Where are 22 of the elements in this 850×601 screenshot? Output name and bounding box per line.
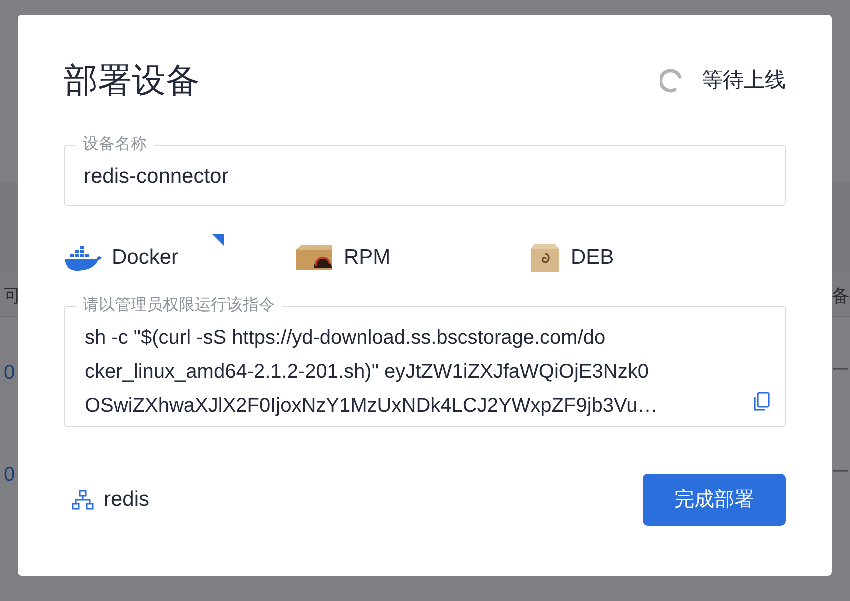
status-text: 等待上线 (702, 68, 786, 94)
table-cell-text: 0 (4, 361, 16, 386)
copy-icon[interactable] (753, 392, 771, 412)
command-text: cker_linux_amd64-2.1.2-201.sh)" eyJtZW1iZXJfaWQiOjE3Nzk0 (85, 360, 649, 385)
finish-deploy-button[interactable]: 完成部署 (643, 474, 786, 526)
table-cell-text: — (833, 359, 848, 379)
dialog-title: 部署设备 (64, 60, 200, 102)
platform-option[interactable]: RPM (294, 234, 529, 282)
platform-option[interactable]: DEB (529, 234, 729, 282)
column-header: 可 (4, 285, 22, 308)
command-text: OSwiZXhwaXJlX2F0IjoxNzY1MzUxNDk4LCJ2YWxpZF9jb3Vu… (85, 394, 658, 419)
package-box-icon (529, 243, 561, 273)
package-box-icon (294, 244, 334, 272)
network-icon (72, 490, 94, 510)
column-header: 备 (832, 285, 850, 308)
command-text: sh -c "$(curl -sS https://yd-download.ss.bscstorage.com/do (85, 326, 606, 351)
network-name: redis (104, 487, 150, 514)
whale-icon (64, 244, 102, 272)
table-cell-text: — (833, 461, 848, 481)
field-value: redis-connector (84, 164, 229, 190)
table-cell-text: 0 (4, 463, 16, 488)
platform-option[interactable]: Docker (64, 234, 294, 282)
